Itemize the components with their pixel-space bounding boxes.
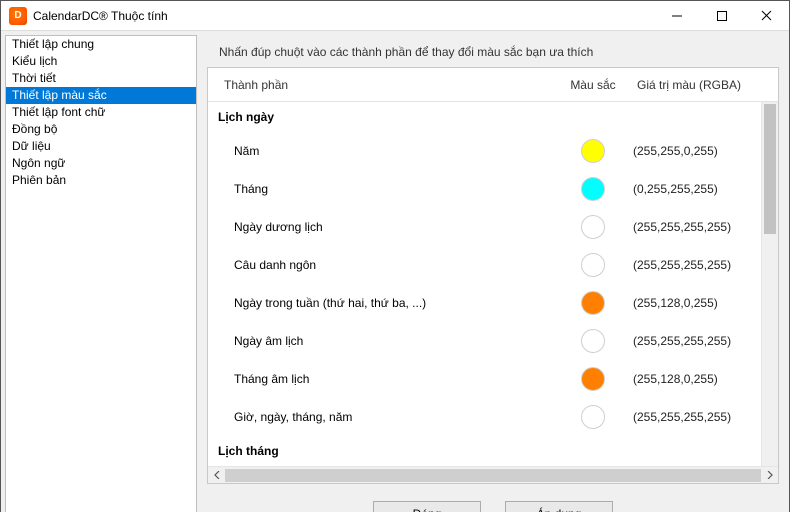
- table-row[interactable]: Ngày dương lịch (255,255,255,255): [208, 208, 761, 246]
- sidebar-item-label: Thiết lập màu sắc: [12, 88, 107, 102]
- sidebar-item-label: Thiết lập chung: [12, 37, 94, 51]
- row-value: (0,255,255,255): [633, 182, 761, 196]
- row-name: Ngày dương lịch: [208, 220, 553, 234]
- row-value: (255,128,0,255): [633, 296, 761, 310]
- row-name: Ngày trong tuần (thứ hai, thứ ba, ...): [208, 296, 553, 310]
- row-value: (255,255,255,255): [633, 220, 761, 234]
- color-swatch[interactable]: [581, 139, 605, 163]
- app-window: D CalendarDC® Thuộc tính Thiết lập chung…: [0, 0, 790, 512]
- sidebar-item-label: Thiết lập font chữ: [12, 105, 105, 119]
- sidebar-item-label: Kiểu lịch: [12, 54, 57, 68]
- row-value: (255,255,0,255): [633, 144, 761, 158]
- titlebar: D CalendarDC® Thuộc tính: [1, 1, 789, 31]
- sidebar-item-label: Ngôn ngữ: [12, 156, 65, 170]
- column-header-name[interactable]: Thành phần: [208, 78, 553, 92]
- table-row[interactable]: Câu danh ngôn (255,255,255,255): [208, 246, 761, 284]
- sidebar-item-general[interactable]: Thiết lập chung: [6, 36, 196, 53]
- table-rows: Lịch ngày Năm (255,255,0,255) Tháng (0,2…: [208, 102, 761, 466]
- color-swatch[interactable]: [581, 253, 605, 277]
- sidebar-item-font[interactable]: Thiết lập font chữ: [6, 104, 196, 121]
- row-name: Ngày âm lịch: [208, 334, 553, 348]
- scroll-left-arrow-icon[interactable]: [208, 467, 225, 484]
- scroll-right-arrow-icon[interactable]: [761, 467, 778, 484]
- color-swatch[interactable]: [581, 291, 605, 315]
- row-value: (255,255,255,255): [633, 258, 761, 272]
- close-button[interactable]: [744, 1, 789, 31]
- row-value: (255,255,255,255): [633, 410, 761, 424]
- group-header: Lịch ngày: [208, 102, 761, 132]
- table-row[interactable]: Ngày trong tuần (thứ hai, thứ ba, ...) (…: [208, 284, 761, 322]
- sidebar-item-label: Thời tiết: [12, 71, 56, 85]
- table-row[interactable]: Ngày âm lịch (255,255,255,255): [208, 322, 761, 360]
- body: Thiết lập chung Kiểu lịch Thời tiết Thiế…: [1, 31, 789, 512]
- sidebar-item-weather[interactable]: Thời tiết: [6, 70, 196, 87]
- color-swatch[interactable]: [581, 367, 605, 391]
- sidebar-item-sync[interactable]: Đồng bộ: [6, 121, 196, 138]
- row-name: Năm: [208, 144, 553, 158]
- table-body-viewport: Lịch ngày Năm (255,255,0,255) Tháng (0,2…: [208, 102, 778, 466]
- column-header-color[interactable]: Màu sắc: [553, 78, 633, 92]
- sidebar-item-color[interactable]: Thiết lập màu sắc: [6, 87, 196, 104]
- app-icon: D: [9, 7, 27, 25]
- vertical-scroll-thumb[interactable]: [764, 104, 776, 234]
- vertical-scrollbar[interactable]: [761, 102, 778, 466]
- color-table-panel: Thành phần Màu sắc Giá trị màu (RGBA) Lị…: [207, 67, 779, 484]
- row-name: Giờ, ngày, tháng, năm: [208, 410, 553, 424]
- table-header: Thành phần Màu sắc Giá trị màu (RGBA): [208, 68, 778, 102]
- sidebar-item-calendar-type[interactable]: Kiểu lịch: [6, 53, 196, 70]
- button-label: Áp dụng: [537, 507, 582, 512]
- row-name: Tháng âm lịch: [208, 372, 553, 386]
- footer: Đóng Áp dụng: [201, 490, 785, 512]
- apply-button[interactable]: Áp dụng: [505, 501, 613, 512]
- sidebar-item-label: Phiên bản: [12, 173, 66, 187]
- row-name: Câu danh ngôn: [208, 258, 553, 272]
- sidebar-item-language[interactable]: Ngôn ngữ: [6, 155, 196, 172]
- row-value: (255,128,0,255): [633, 372, 761, 386]
- color-swatch[interactable]: [581, 177, 605, 201]
- color-swatch[interactable]: [581, 329, 605, 353]
- horizontal-scroll-thumb[interactable]: [225, 469, 761, 482]
- sidebar[interactable]: Thiết lập chung Kiểu lịch Thời tiết Thiế…: [5, 35, 197, 512]
- window-title: CalendarDC® Thuộc tính: [33, 9, 168, 23]
- column-header-value[interactable]: Giá trị màu (RGBA): [633, 78, 761, 92]
- horizontal-scrollbar[interactable]: [208, 466, 778, 483]
- table-row[interactable]: Tháng âm lịch (255,128,0,255): [208, 360, 761, 398]
- main-area: Nhấn đúp chuột vào các thành phần để tha…: [201, 31, 789, 512]
- minimize-button[interactable]: [654, 1, 699, 31]
- color-swatch[interactable]: [581, 405, 605, 429]
- sidebar-item-label: Đồng bộ: [12, 122, 57, 136]
- table-row[interactable]: Giờ, ngày, tháng, năm (255,255,255,255): [208, 398, 761, 436]
- close-icon: [761, 10, 772, 21]
- horizontal-scroll-track[interactable]: [225, 469, 761, 482]
- sidebar-item-label: Dữ liệu: [12, 139, 51, 153]
- sidebar-item-version[interactable]: Phiên bản: [6, 172, 196, 189]
- close-dialog-button[interactable]: Đóng: [373, 501, 481, 512]
- group-header: Lịch tháng: [208, 436, 761, 466]
- row-value: (255,255,255,255): [633, 334, 761, 348]
- row-name: Tháng: [208, 182, 553, 196]
- table-row[interactable]: Tháng (0,255,255,255): [208, 170, 761, 208]
- button-label: Đóng: [413, 507, 442, 512]
- sidebar-item-data[interactable]: Dữ liệu: [6, 138, 196, 155]
- color-swatch[interactable]: [581, 215, 605, 239]
- maximize-icon: [717, 11, 727, 21]
- maximize-button[interactable]: [699, 1, 744, 31]
- instruction-text: Nhấn đúp chuột vào các thành phần để tha…: [201, 35, 785, 65]
- minimize-icon: [672, 11, 682, 21]
- table-row[interactable]: Năm (255,255,0,255): [208, 132, 761, 170]
